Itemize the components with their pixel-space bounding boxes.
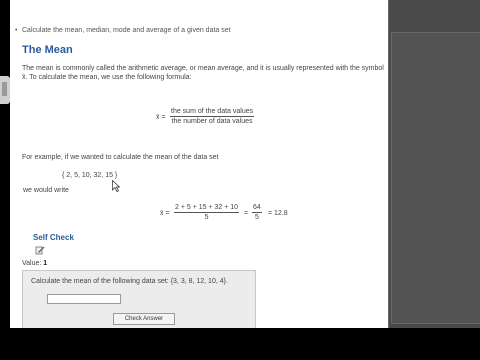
example-formula-denominator: 5 [204, 214, 209, 221]
learning-objective-bullet: Calculate the mean, median, mode and ave… [15, 27, 231, 34]
bottom-bar [0, 328, 480, 360]
side-panel [388, 0, 480, 328]
we-would-write-text: we would write [23, 187, 69, 194]
example-formula-numerator: 2 + 5 + 15 + 32 + 10 [174, 204, 240, 213]
example-formula-fraction: 2 + 5 + 15 + 32 + 10 5 [174, 204, 240, 221]
self-check-title: Self Check [33, 233, 74, 242]
example-formula-lhs: x̄ = [160, 210, 170, 217]
side-panel-inner [391, 32, 480, 324]
panel-divider [388, 0, 389, 328]
example-result-numerator: 64 [252, 204, 262, 213]
formula-numerator: the sum of the data values [170, 108, 255, 117]
value-label: Value: 1 [22, 260, 47, 267]
example-data-set: { 2, 5, 10, 32, 15 } [62, 172, 118, 179]
intro-paragraph-line2: x̄. To calculate the mean, we use the fo… [22, 74, 192, 81]
example-result-fraction: 64 5 [252, 204, 262, 221]
value-label-text: Value: [22, 260, 42, 267]
check-answer-button[interactable]: Check Answer [113, 313, 175, 325]
example-result-denominator: 5 [254, 214, 259, 221]
self-check-question: Calculate the mean of the following data… [31, 278, 228, 285]
mouse-cursor-icon [112, 180, 120, 192]
intro-paragraph-line1: The mean is commonly called the arithmet… [22, 65, 384, 72]
formula-denominator: the number of data values [171, 118, 253, 125]
section-title: The Mean [22, 44, 73, 56]
formula-lhs: x̄ = [156, 114, 166, 121]
formula-fraction: the sum of the data values the number of… [170, 108, 255, 125]
answer-input[interactable] [47, 294, 121, 304]
self-check-question-box: Calculate the mean of the following data… [22, 270, 256, 328]
lesson-page: Calculate the mean, median, mode and ave… [10, 0, 388, 328]
example-formula-final: = 12.8 [268, 210, 288, 217]
value-number: 1 [43, 260, 48, 267]
sidebar-toggle-tab[interactable] [0, 76, 10, 104]
pencil-edit-icon[interactable] [35, 245, 45, 255]
example-formula-equals: = [244, 210, 249, 217]
example-intro: For example, if we wanted to calculate t… [22, 154, 219, 161]
